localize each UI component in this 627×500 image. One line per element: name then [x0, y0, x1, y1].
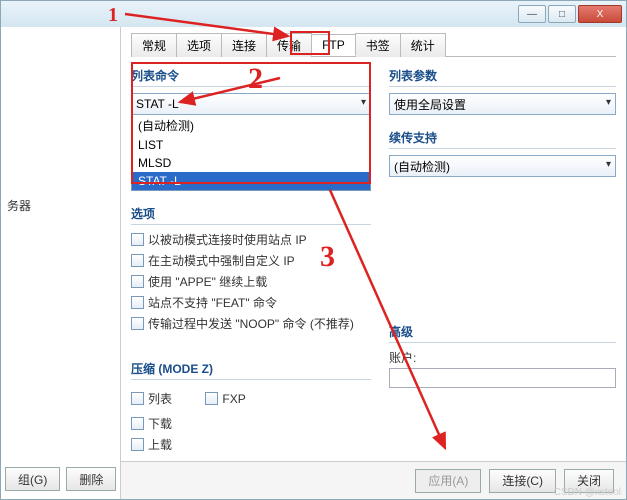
tab-options[interactable]: 选项 — [176, 33, 222, 57]
dd-item-list[interactable]: LIST — [132, 136, 370, 154]
servers-label: 务器 — [7, 197, 31, 214]
chk-label: 以被动模式连接时使用站点 IP — [148, 231, 307, 248]
chk-label: 在主动模式中强制自定义 IP — [148, 252, 295, 269]
resume-value: (自动检测) — [394, 158, 450, 175]
maximize-button[interactable]: □ — [548, 5, 576, 23]
tab-stats[interactable]: 统计 — [400, 33, 446, 57]
list-params-select[interactable]: 使用全局设置 — [389, 93, 616, 115]
list-command-title: 列表命令 — [131, 67, 371, 87]
tab-connect[interactable]: 连接 — [221, 33, 267, 57]
checkbox-icon — [131, 254, 144, 267]
chk-compress-list[interactable]: 列表 — [131, 390, 172, 407]
dialog-footer: 应用(A) 连接(C) 关闭 — [121, 461, 626, 499]
watermark: CSDN @xstool — [554, 487, 621, 498]
close-button[interactable]: X — [578, 5, 622, 23]
main-panel: 常规 选项 连接 传输 FTP 书签 统计 列表命令 STAT -L (自动 — [121, 27, 626, 499]
chk-compress-upload[interactable]: 上载 — [131, 436, 371, 453]
dd-item-mlsd[interactable]: MLSD — [132, 154, 370, 172]
options-group: 选项 以被动模式连接时使用站点 IP 在主动模式中强制自定义 IP 使用 "AP… — [131, 205, 371, 332]
chk-compress-download[interactable]: 下载 — [131, 415, 371, 432]
chk-label: 下载 — [148, 415, 172, 432]
list-params-value: 使用全局设置 — [394, 96, 466, 113]
account-label: 账户: — [389, 349, 616, 366]
chk-label: 使用 "APPE" 继续上载 — [148, 273, 267, 290]
resume-select[interactable]: (自动检测) — [389, 155, 616, 177]
group-button[interactable]: 组(G) — [5, 467, 60, 491]
list-command-select[interactable]: STAT -L — [131, 93, 371, 115]
chk-label: 传输过程中发送 "NOOP" 命令 (不推荐) — [148, 315, 354, 332]
compress-group: 压缩 (MODE Z) 列表 FXP 下载 上载 — [131, 360, 371, 453]
chk-appe[interactable]: 使用 "APPE" 继续上载 — [131, 273, 371, 290]
minimize-button[interactable]: — — [518, 5, 546, 23]
checkbox-icon — [131, 392, 144, 405]
tab-bookmark[interactable]: 书签 — [355, 33, 401, 57]
titlebar: — □ X — [1, 1, 626, 27]
chk-fxp[interactable]: FXP — [205, 392, 245, 406]
tab-general[interactable]: 常规 — [131, 33, 177, 57]
chk-label: 列表 — [148, 390, 172, 407]
list-command-dropdown[interactable]: (自动检测) LIST MLSD STAT -L — [131, 115, 371, 191]
chk-active-ip[interactable]: 在主动模式中强制自定义 IP — [131, 252, 371, 269]
app-window: — □ X 务器 组(G) 删除 常规 选项 连接 传输 FTP 书签 统计 — [0, 0, 627, 500]
chk-label: 站点不支持 "FEAT" 命令 — [148, 294, 277, 311]
left-pane: 务器 组(G) 删除 — [1, 27, 121, 499]
list-params-group: 列表参数 使用全局设置 — [389, 67, 616, 115]
chk-noop[interactable]: 传输过程中发送 "NOOP" 命令 (不推荐) — [131, 315, 371, 332]
connect-button[interactable]: 连接(C) — [489, 469, 556, 493]
account-input[interactable] — [389, 368, 616, 388]
chk-label: 上载 — [148, 436, 172, 453]
dd-item-auto[interactable]: (自动检测) — [132, 115, 370, 136]
checkbox-icon — [131, 233, 144, 246]
options-group-title: 选项 — [131, 205, 371, 225]
checkbox-icon — [205, 392, 218, 405]
checkbox-icon — [131, 296, 144, 309]
tab-transfer[interactable]: 传输 — [266, 33, 312, 57]
checkbox-icon — [131, 417, 144, 430]
checkbox-icon — [131, 438, 144, 451]
list-command-group: 列表命令 STAT -L (自动检测) LIST MLSD STAT -L — [131, 67, 371, 191]
delete-button[interactable]: 删除 — [66, 467, 116, 491]
chk-passive-ip[interactable]: 以被动模式连接时使用站点 IP — [131, 231, 371, 248]
advanced-group: 高级 账户: — [389, 323, 616, 388]
list-params-title: 列表参数 — [389, 67, 616, 87]
chk-feat[interactable]: 站点不支持 "FEAT" 命令 — [131, 294, 371, 311]
checkbox-icon — [131, 275, 144, 288]
list-command-value: STAT -L — [136, 97, 179, 111]
compress-title: 压缩 (MODE Z) — [131, 360, 371, 380]
tab-ftp[interactable]: FTP — [311, 34, 356, 56]
content-area: 务器 组(G) 删除 常规 选项 连接 传输 FTP 书签 统计 列表命令 — [1, 27, 626, 499]
resume-group: 续传支持 (自动检测) — [389, 129, 616, 177]
dd-item-statl[interactable]: STAT -L — [132, 172, 370, 190]
tabs: 常规 选项 连接 传输 FTP 书签 统计 — [131, 35, 616, 57]
resume-title: 续传支持 — [389, 129, 616, 149]
apply-button[interactable]: 应用(A) — [415, 469, 481, 493]
chk-label: FXP — [222, 392, 245, 406]
checkbox-icon — [131, 317, 144, 330]
advanced-title: 高级 — [389, 323, 616, 343]
